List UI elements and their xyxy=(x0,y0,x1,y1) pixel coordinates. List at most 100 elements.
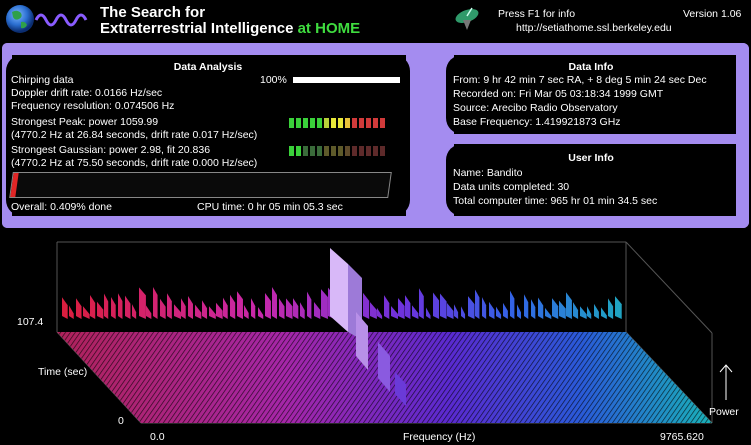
back-row-spike xyxy=(97,301,104,319)
back-row-spike xyxy=(293,298,299,319)
gauss-meter-segment xyxy=(359,146,364,156)
back-row-spike xyxy=(391,306,398,319)
power-axis-label: Power xyxy=(709,406,739,418)
peak-meter-segment xyxy=(296,118,301,128)
power-arrow-icon xyxy=(719,364,733,400)
gaussian-power-meter xyxy=(289,146,385,156)
gauss-meter-segment xyxy=(310,146,315,156)
gauss-meter-segment xyxy=(345,146,350,156)
x-axis-right-label: 9765.620 xyxy=(660,431,704,443)
back-row-spike xyxy=(125,295,131,319)
back-row-spike xyxy=(566,292,572,319)
back-row-spike xyxy=(132,304,137,319)
gauss-meter-segment xyxy=(317,146,322,156)
gauss-meter-segment xyxy=(303,146,308,156)
back-row-spike xyxy=(279,298,285,319)
strongest-gaussian: Strongest Gaussian: power 2.98, fit 20.8… xyxy=(11,144,211,156)
user-name: Name: Bandito xyxy=(453,167,523,179)
back-row-spike xyxy=(62,297,68,319)
back-row-spike xyxy=(419,288,424,319)
peak-meter-segment xyxy=(324,118,329,128)
back-row-spike xyxy=(272,286,277,319)
frame-mid-bar xyxy=(440,134,746,144)
title-at: at xyxy=(297,20,311,37)
back-row-spike xyxy=(398,297,405,319)
peak-meter-segment xyxy=(331,118,336,128)
doppler-drift-rate: Doppler drift rate: 0.0166 Hz/sec xyxy=(11,87,163,99)
seti-earth-logo xyxy=(6,5,88,33)
peak-power-meter xyxy=(289,118,385,128)
gauss-meter-segment xyxy=(289,146,294,156)
back-row-spike xyxy=(202,300,208,319)
back-row-spike xyxy=(314,302,321,319)
frame-bottom-bar xyxy=(2,216,749,228)
sky-coordinates: From: 9 hr 42 min 7 sec RA, + 8 deg 5 mi… xyxy=(453,74,707,86)
gauss-meter-segment xyxy=(331,146,336,156)
cpu-time: CPU time: 0 hr 05 min 05.3 sec xyxy=(197,201,343,213)
press-f1-hint: Press F1 for info xyxy=(498,8,576,20)
back-row-spike xyxy=(580,306,587,319)
back-row-spike xyxy=(531,299,536,319)
total-computer-time: Total computer time: 965 hr 01 min 34.5 … xyxy=(453,195,658,207)
back-row-spike xyxy=(188,295,193,319)
back-row-spike xyxy=(608,298,614,319)
back-row-spike xyxy=(174,304,181,319)
back-row-spike xyxy=(237,291,243,319)
x-axis-title: Frequency (Hz) xyxy=(403,431,475,443)
title-line2: Extraterrestrial Intelligence at HOME xyxy=(100,20,360,37)
back-row-spike xyxy=(461,306,466,319)
back-row-spike xyxy=(482,297,487,319)
data-info-title: Data Info xyxy=(568,61,614,73)
peak-meter-segment xyxy=(303,118,308,128)
overall-progress-fill xyxy=(10,173,19,197)
power-spectrum-graph: 107.4 Time (sec) 0 0.0 Frequency (Hz) 97… xyxy=(17,241,739,443)
units-completed: Data units completed: 30 xyxy=(453,181,570,193)
back-row-spike xyxy=(90,295,96,319)
back-row-spike xyxy=(440,293,447,319)
back-row-spike xyxy=(160,298,166,319)
back-row-spike xyxy=(412,305,419,319)
peak-meter-segment xyxy=(310,118,315,128)
back-row-spike xyxy=(615,296,622,319)
back-row-spike xyxy=(244,305,249,319)
peak-meter-segment xyxy=(352,118,357,128)
frame-top-bar xyxy=(2,43,749,55)
recorded-date: Recorded on: Fri Mar 05 03:18:34 1999 GM… xyxy=(453,88,664,100)
back-row-spike xyxy=(573,302,579,319)
back-row-spike xyxy=(118,293,123,319)
back-row-spike xyxy=(552,298,559,319)
gauss-meter-segment xyxy=(352,146,357,156)
back-row-spike xyxy=(475,289,480,319)
gauss-meter-segment xyxy=(373,146,378,156)
back-row-spike xyxy=(321,289,328,319)
back-row-spike xyxy=(146,305,152,319)
back-row-spike xyxy=(167,293,172,319)
back-row-spike xyxy=(503,302,508,319)
chirp-progress-fill xyxy=(293,77,400,83)
back-row-spike xyxy=(517,304,522,319)
back-row-spike xyxy=(153,286,158,319)
signal-spike-tall xyxy=(330,248,348,332)
back-row-spike xyxy=(496,306,502,319)
project-url[interactable]: http://setiathome.ssl.berkeley.edu xyxy=(516,22,672,34)
chirp-percent: 100% xyxy=(260,74,287,86)
back-row-spike xyxy=(363,292,370,319)
back-row-spike xyxy=(230,294,236,319)
back-row-spike xyxy=(111,297,116,319)
gauss-meter-segment xyxy=(296,146,301,156)
back-row-spike xyxy=(76,298,82,319)
strongest-peak-detail: (4770.2 Hz at 26.84 seconds, drift rate … xyxy=(11,129,258,141)
peak-meter-segment xyxy=(289,118,294,128)
back-row-spike xyxy=(489,301,495,319)
back-row-spike xyxy=(545,307,552,319)
y-axis-top-label: 107.4 xyxy=(17,316,43,328)
back-row-spike xyxy=(601,307,607,319)
back-row-spike xyxy=(139,287,146,319)
gauss-meter-segment xyxy=(380,146,385,156)
back-row-spike xyxy=(433,292,440,319)
base-frequency: Base Frequency: 1.419921873 GHz xyxy=(453,116,621,128)
back-row-spike xyxy=(426,307,431,319)
gauss-meter-segment xyxy=(366,146,371,156)
x-axis-left-label: 0.0 xyxy=(150,431,165,443)
back-row-spike xyxy=(195,304,202,319)
